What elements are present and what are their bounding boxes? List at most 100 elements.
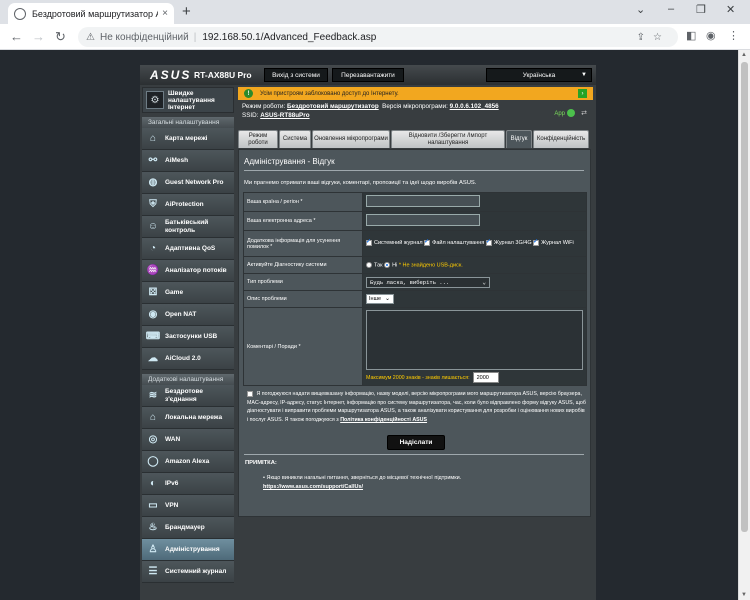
sidebar-item-qos[interactable]: ◔ Адаптивна QoS <box>142 238 234 260</box>
support-link[interactable]: https://www.asus.com/support/CallUs/ <box>263 484 363 490</box>
firmware-value[interactable]: 9.0.0.6.102_4856 <box>450 103 499 110</box>
submit-button[interactable]: Надіслати <box>387 435 445 450</box>
sidebar-item-game[interactable]: ⚄ Game <box>142 282 234 304</box>
warning-icon[interactable]: ⚠ <box>86 32 95 43</box>
sidebar-item-parental-control[interactable]: ☺ Батьківський контроль <box>142 216 234 238</box>
tab-0[interactable]: Режим роботи <box>238 130 278 148</box>
modem-log-checkbox[interactable] <box>485 238 492 247</box>
browser-tab[interactable]: Бездротовий маршрутизатор ASUS × <box>8 3 174 24</box>
sidebar-item-system-log[interactable]: ☰ Системний журнал <box>142 561 234 583</box>
sidebar-item-label: Amazon Alexa <box>165 457 210 465</box>
privacy-policy-link[interactable]: Політика конфіденційності ASUS <box>340 417 427 423</box>
comments-textarea[interactable] <box>366 310 583 370</box>
close-window-icon[interactable]: ✕ <box>726 3 735 16</box>
consent-checkbox[interactable] <box>247 390 253 397</box>
sidebar-item-traffic-analyzer[interactable]: ♒ Аналізатор потоків <box>142 260 234 282</box>
sidebar-item-label: IPv6 <box>165 479 179 487</box>
reload-icon[interactable]: ↻ <box>55 29 66 45</box>
sidebar-item-label: Батьківський контроль <box>165 219 209 234</box>
sidebar-item-guest-network[interactable]: ◍ Guest Network Pro <box>142 172 234 194</box>
back-icon[interactable]: ← <box>10 29 23 44</box>
sidebar-item-label: Системний журнал <box>165 567 227 575</box>
scrollbar-thumb[interactable] <box>741 62 748 532</box>
tab-4[interactable]: Відгук <box>506 130 532 148</box>
sidebar-item-administration[interactable]: ♙ Адміністрування <box>142 539 234 561</box>
sidebar-item-network-map[interactable]: ⌂ Карта мережі <box>142 128 234 150</box>
max-length-note: Максимум 2000 знаків - знаків лишається: <box>366 374 470 381</box>
scroll-down-icon[interactable]: ▼ <box>741 592 747 598</box>
sidebar-item-lan[interactable]: ⌂ Локальна мережа <box>142 407 234 429</box>
sidebar-item-alexa[interactable]: ◯ Amazon Alexa <box>142 451 234 473</box>
not-secure-label[interactable]: Не конфіденційний <box>100 32 189 43</box>
traffic-analyzer-icon: ♒ <box>146 265 160 276</box>
logout-button[interactable]: Вихід з системи <box>264 68 328 82</box>
sidebar-item-ipv6[interactable]: ◐ IPv6 <box>142 473 234 495</box>
omnibox-actions-icon[interactable]: ⇪☆ <box>637 32 670 43</box>
wifi-log-checkbox[interactable] <box>533 238 540 247</box>
app-label[interactable]: App <box>554 110 565 119</box>
alexa-icon: ◯ <box>147 456 159 467</box>
mode-value[interactable]: Бездротовий маршрутизатор <box>287 103 379 110</box>
omnibox[interactable]: ⚠ Не конфіденційний | 192.168.50.1/Advan… <box>78 27 678 47</box>
tab-search-icon[interactable]: ⌄ <box>636 3 645 16</box>
sidebar-item-cloud[interactable]: ☁ AiCloud 2.0 <box>142 348 234 370</box>
general-settings-header: Загальні налаштування <box>142 117 234 128</box>
scroll-up-icon[interactable]: ▲ <box>741 52 747 58</box>
diag-yes-radio[interactable] <box>366 261 372 268</box>
sidebar-item-aimesh[interactable]: ⚯ AiMesh <box>142 150 234 172</box>
menu-icon[interactable]: ⋮ <box>728 29 739 42</box>
close-tab-icon[interactable]: × <box>162 8 168 19</box>
syslog-label: Системний журнал <box>374 240 423 246</box>
diag-no-radio[interactable] <box>384 261 391 268</box>
profile-icon[interactable]: ◉ <box>706 29 716 42</box>
sidebar-item-label: Guest Network Pro <box>165 178 224 186</box>
problem-desc-value: Інше <box>369 296 382 302</box>
main-content: ! Усім пристроям заблоковано доступ до І… <box>238 87 593 517</box>
feedback-form: Ваша країна / регіон * Ваша електронна а… <box>243 192 587 386</box>
banner-status-icon[interactable]: › <box>578 89 587 98</box>
sidebar-item-shield[interactable]: ⛨ AiProtection <box>142 194 234 216</box>
globe-icon <box>14 7 26 20</box>
quick-setup-button[interactable]: ⚙ Швидке налаштування Інтернет <box>142 87 234 113</box>
forward-icon[interactable]: → <box>32 29 45 44</box>
asus-logo: ASUS <box>150 68 192 82</box>
email-input[interactable] <box>366 214 480 226</box>
problem-type-select[interactable]: Будь ласка, виберіть ... ⌄ <box>366 276 490 288</box>
sidebar-item-usb[interactable]: ⌨ Застосунки USB <box>142 326 234 348</box>
internet-status-icon[interactable] <box>567 109 575 117</box>
sidebar-icon[interactable]: ◧ <box>686 29 696 42</box>
reboot-button[interactable]: Перезавантажити <box>332 68 404 82</box>
vpn-icon: ▭ <box>148 500 158 511</box>
sidebar-item-label: Аналізатор потоків <box>165 266 227 274</box>
sidebar-item-wan[interactable]: ◎ WAN <box>142 429 234 451</box>
syslog-checkbox[interactable] <box>366 238 372 247</box>
sidebar-item-open-nat[interactable]: ◉ Open NAT <box>142 304 234 326</box>
minimize-icon[interactable]: – <box>668 3 674 15</box>
url-text[interactable]: 192.168.50.1/Advanced_Feedback.asp <box>202 32 376 43</box>
sidebar-item-wireless[interactable]: ≋ Бездротове з'єднання <box>142 385 234 407</box>
tab-1[interactable]: Система <box>279 130 311 148</box>
new-tab-button[interactable]: + <box>182 3 191 20</box>
internet-block-banner: ! Усім пристроям заблоковано доступ до І… <box>238 87 593 100</box>
language-value: Українська <box>522 71 556 79</box>
country-input[interactable] <box>366 195 480 207</box>
sidebar-item-firewall[interactable]: ♨ Брандмауер <box>142 517 234 539</box>
address-bar-row: ← → ↻ ⚠ Не конфіденційний | 192.168.50.1… <box>0 24 750 50</box>
sidebar-item-label: Адаптивна QoS <box>165 244 216 252</box>
usb-status-icon[interactable]: ⇄ <box>581 110 587 119</box>
ssid-value[interactable]: ASUS-RT88uPro <box>260 112 309 119</box>
problem-type-label: Тип проблеми <box>243 273 363 291</box>
language-select[interactable]: Українська ▼ <box>486 68 592 82</box>
sidebar: ⚙ Швидке налаштування Інтернет Загальні … <box>142 87 234 583</box>
tab-2[interactable]: Оновлення мікропрограми <box>312 130 390 148</box>
sidebar-item-vpn[interactable]: ▭ VPN <box>142 495 234 517</box>
tab-5[interactable]: Конфіденційність <box>533 130 589 148</box>
problem-desc-select[interactable]: Інше ⌄ <box>366 294 394 304</box>
config-checkbox[interactable] <box>424 238 431 247</box>
ipv6-icon: ◐ <box>149 478 157 489</box>
page-scrollbar[interactable]: ▲ ▼ <box>738 50 750 600</box>
tab-3[interactable]: Відновити /Зберегти /Імпорт налаштування <box>391 130 505 148</box>
restore-icon[interactable]: ❐ <box>696 3 706 16</box>
firmware-label: Версія мікропрограми: <box>382 103 448 110</box>
chevron-down-icon: ⌄ <box>482 278 486 286</box>
